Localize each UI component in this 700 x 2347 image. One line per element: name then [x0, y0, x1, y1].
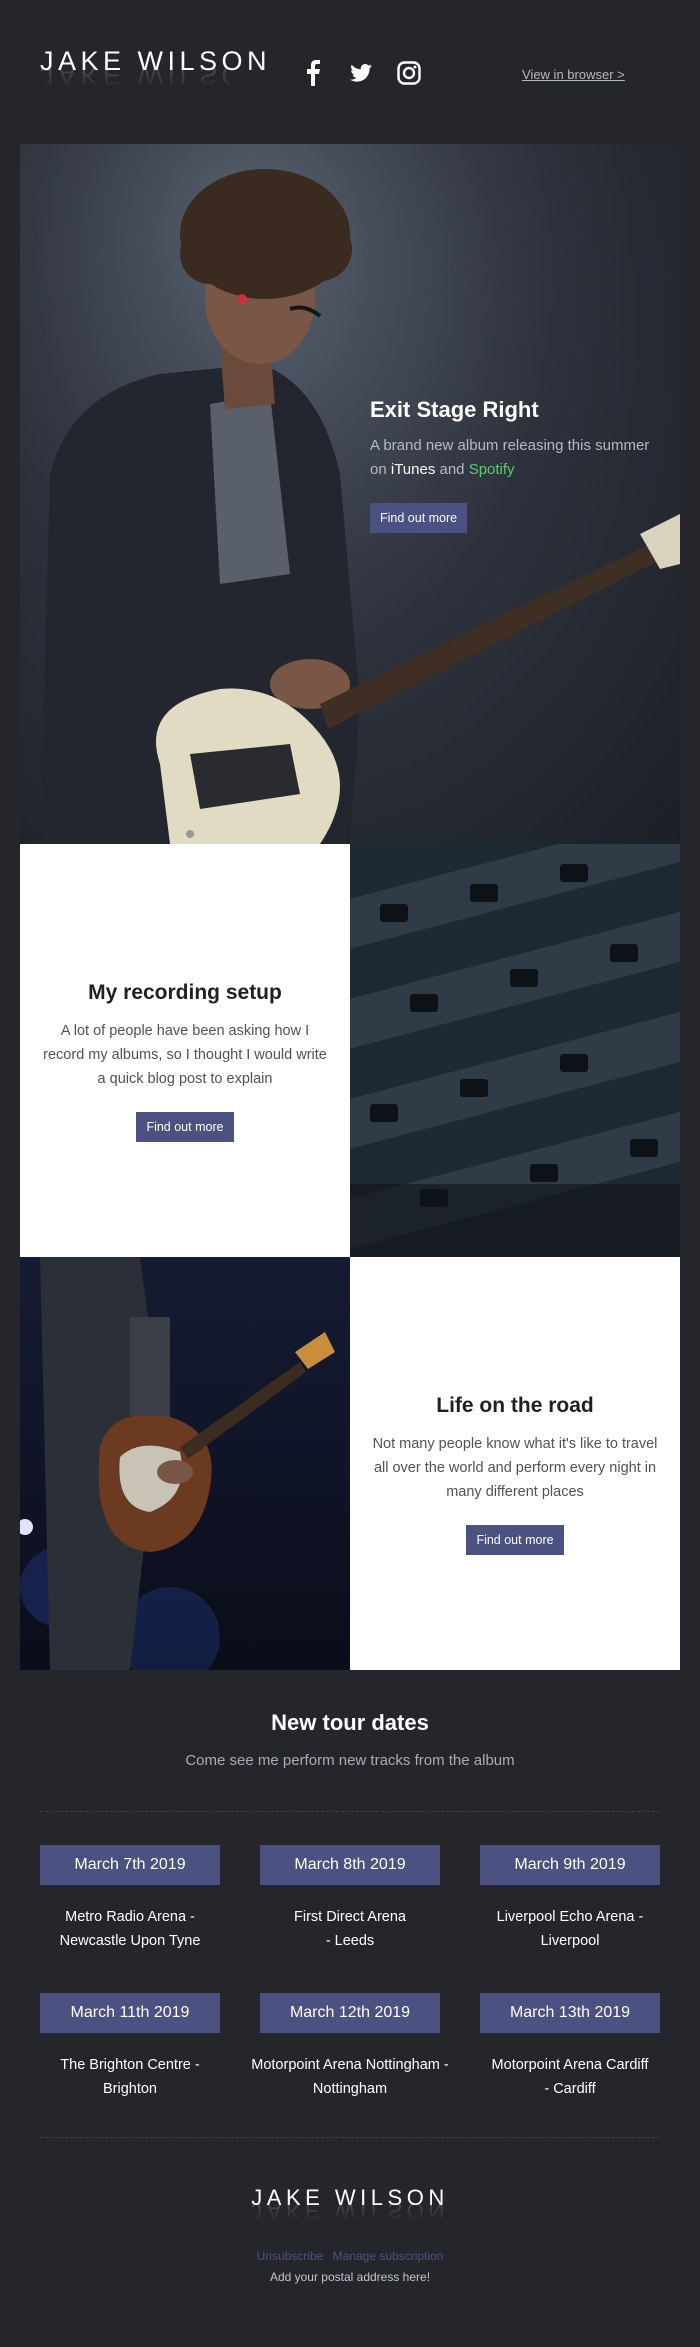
feature-title: My recording setup: [88, 981, 282, 1004]
tour-date: March 7th 2019: [40, 1845, 220, 1885]
footer-brand-reflection: JAKE WILSON: [251, 2204, 449, 2222]
feature-body: A lot of people have been asking how I r…: [43, 1023, 327, 1087]
social-links: [300, 60, 422, 86]
guitar-performance-image: [20, 1257, 350, 1670]
feature-recording-setup: My recording setup A lot of people have …: [20, 844, 350, 1257]
instagram-icon[interactable]: [396, 60, 422, 86]
tour-venue: The Brighton Centre - Brighton: [60, 2057, 200, 2097]
mixing-desk-image: [350, 844, 680, 1257]
road-find-out-more-button[interactable]: Find out more: [466, 1525, 564, 1555]
brand-name-reflection: JAKE WILSON: [40, 68, 230, 90]
divider: [40, 1811, 660, 1812]
unsubscribe-link[interactable]: Unsubscribe: [257, 2249, 324, 2263]
email-header: JAKE WILSON JAKE WILSON View in browser …: [0, 0, 700, 144]
tour-date: March 12th 2019: [260, 1993, 440, 2033]
itunes-link[interactable]: iTunes: [391, 461, 435, 478]
view-in-browser-link[interactable]: View in browser >: [522, 67, 625, 82]
tour-date: March 9th 2019: [480, 1845, 660, 1885]
feature-life-on-the-road: Life on the road Not many people know wh…: [350, 1257, 680, 1670]
footer-links: Unsubscribe Manage subscription: [0, 2249, 700, 2263]
hero-find-out-more-button[interactable]: Find out more: [370, 503, 468, 533]
manage-subscription-link[interactable]: Manage subscription: [333, 2249, 444, 2263]
footer-brand-logo[interactable]: JAKE WILSON JAKE WILSON: [0, 2186, 700, 2223]
hero-content: Exit Stage Right A brand new album relea…: [370, 396, 670, 533]
tour-venue: Liverpool Echo Arena - Liverpool: [496, 1909, 644, 1949]
feature-title: Life on the road: [436, 1394, 594, 1417]
postal-address: Add your postal address here!: [269, 2270, 431, 2284]
divider: [40, 2137, 660, 2138]
brand-logo[interactable]: JAKE WILSON JAKE WILSON: [40, 46, 267, 90]
tour-venue: Metro Radio Arena - Newcastle Upon Tyne: [59, 1909, 201, 1949]
recording-find-out-more-button[interactable]: Find out more: [136, 1112, 234, 1142]
tour-subtitle: Come see me perform new tracks from the …: [185, 1752, 515, 1769]
tour-date: March 13th 2019: [480, 1993, 660, 2033]
tour-venue: First Direct Arena - Leeds: [294, 1909, 406, 1949]
hero-description: A brand new album releasing this summer …: [370, 437, 650, 478]
tour-venue: Motorpoint Arena Cardiff - Cardiff: [491, 2057, 649, 2097]
tour-venue: Motorpoint Arena Nottingham - Nottingham: [251, 2057, 449, 2097]
facebook-icon[interactable]: [300, 60, 326, 86]
tour-title: New tour dates: [271, 1710, 429, 1735]
twitter-icon[interactable]: [348, 60, 374, 86]
tour-date: March 11th 2019: [40, 1993, 220, 2033]
spotify-link[interactable]: Spotify: [469, 461, 515, 478]
hero-title: Exit Stage Right: [370, 397, 539, 422]
feature-body: Not many people know what it's like to t…: [372, 1436, 658, 1500]
hero-banner: Exit Stage Right A brand new album relea…: [20, 144, 680, 844]
tour-date: March 8th 2019: [260, 1845, 440, 1885]
